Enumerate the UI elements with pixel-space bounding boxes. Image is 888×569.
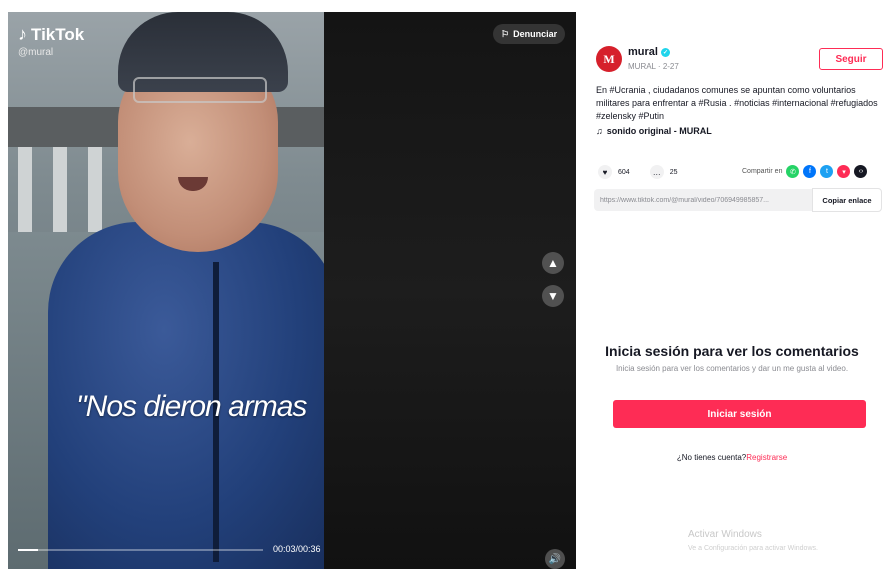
tiktok-logo: ♪ TikTok xyxy=(18,24,84,45)
login-title: Inicia sesión para ver los comentarios xyxy=(605,343,859,359)
embed-icon[interactable]: ‹› xyxy=(854,165,868,178)
details-panel: M mural ✓ MURAL · 2-27 Seguir En #Ucrani… xyxy=(576,12,888,569)
video-pillar xyxy=(18,147,32,237)
report-button[interactable]: ⚐ Denunciar xyxy=(493,24,566,44)
whatsapp-icon[interactable]: ✆ xyxy=(786,165,800,178)
volume-button[interactable]: 🔊 xyxy=(545,549,565,569)
progress-bar[interactable] xyxy=(18,549,263,551)
video-description: En #Ucrania , ciudadanos comunes se apun… xyxy=(596,84,878,123)
follow-button[interactable]: Seguir xyxy=(819,48,883,70)
avatar[interactable]: M xyxy=(596,46,622,72)
progress-fill xyxy=(18,549,38,551)
facebook-icon[interactable]: f xyxy=(803,165,817,178)
register-link[interactable]: Registrarse xyxy=(746,453,787,462)
video-frame xyxy=(8,12,324,569)
login-subtitle: Inicia sesión para ver los comentarios y… xyxy=(615,364,849,373)
tiktok-brand: TikTok xyxy=(31,24,85,44)
login-button[interactable]: Iniciar sesión xyxy=(613,400,866,428)
chevron-down-icon: ▼ xyxy=(547,289,559,303)
video-pillar xyxy=(88,147,102,237)
windows-activation-title: Activar Windows xyxy=(688,529,762,540)
sound-link[interactable]: ♫ sonido original - MURAL xyxy=(596,126,712,136)
verified-icon: ✓ xyxy=(660,47,670,57)
video-subtitle: "Nos dieron armas xyxy=(76,390,307,423)
flag-icon: ⚐ xyxy=(501,28,510,39)
avatar-letter: M xyxy=(603,51,615,66)
twitter-icon[interactable]: t xyxy=(820,165,834,178)
pinterest-icon[interactable]: ▾ xyxy=(837,165,851,178)
copy-link-button[interactable]: Copiar enlace xyxy=(812,188,882,212)
video-player[interactable]: ♪ TikTok @mural ⚐ Denunciar "Nos dieron … xyxy=(8,12,576,569)
tiktok-note-icon: ♪ xyxy=(18,24,27,44)
share-link-box: https://www.tiktok.com/@mural/video/7069… xyxy=(594,188,882,212)
video-pillar xyxy=(53,147,67,237)
music-note-icon: ♫ xyxy=(596,126,603,136)
author-name: mural xyxy=(628,46,658,58)
register-row: ¿No tienes cuenta?Registrarse xyxy=(576,453,888,462)
top-bar xyxy=(0,0,888,12)
report-label: Denunciar xyxy=(513,29,558,39)
person-glasses xyxy=(133,77,267,103)
share-row: Compartir en ✆ f t ▾ ‹› xyxy=(742,165,868,178)
engagement-stats: ♥ 604 … 25 xyxy=(598,165,677,179)
windows-activation-subtitle: Ve a Configuración para activar Windows. xyxy=(688,545,818,552)
video-dark-area xyxy=(324,12,576,569)
comments-count: 25 xyxy=(669,168,678,176)
video-handle: @mural xyxy=(18,47,54,58)
share-label: Compartir en xyxy=(742,168,783,175)
previous-video-button[interactable]: ▲ xyxy=(542,252,564,274)
speaker-icon: 🔊 xyxy=(548,553,562,565)
author-subline: MURAL · 2-27 xyxy=(628,62,679,71)
author-name-row[interactable]: mural ✓ xyxy=(628,46,670,58)
register-question: ¿No tienes cuenta? xyxy=(676,453,747,462)
comment-icon[interactable]: … xyxy=(649,165,664,179)
share-link-url[interactable]: https://www.tiktok.com/@mural/video/7069… xyxy=(594,197,812,204)
sound-label: sonido original - MURAL xyxy=(606,126,712,136)
chevron-up-icon: ▲ xyxy=(547,256,559,270)
likes-count: 604 xyxy=(618,168,630,176)
next-video-button[interactable]: ▼ xyxy=(542,285,564,307)
video-time: 00:03/00:36 xyxy=(273,544,321,554)
description-text: En #Ucrania , ciudadanos comunes se apun… xyxy=(596,85,878,121)
heart-icon[interactable]: ♥ xyxy=(598,165,612,179)
